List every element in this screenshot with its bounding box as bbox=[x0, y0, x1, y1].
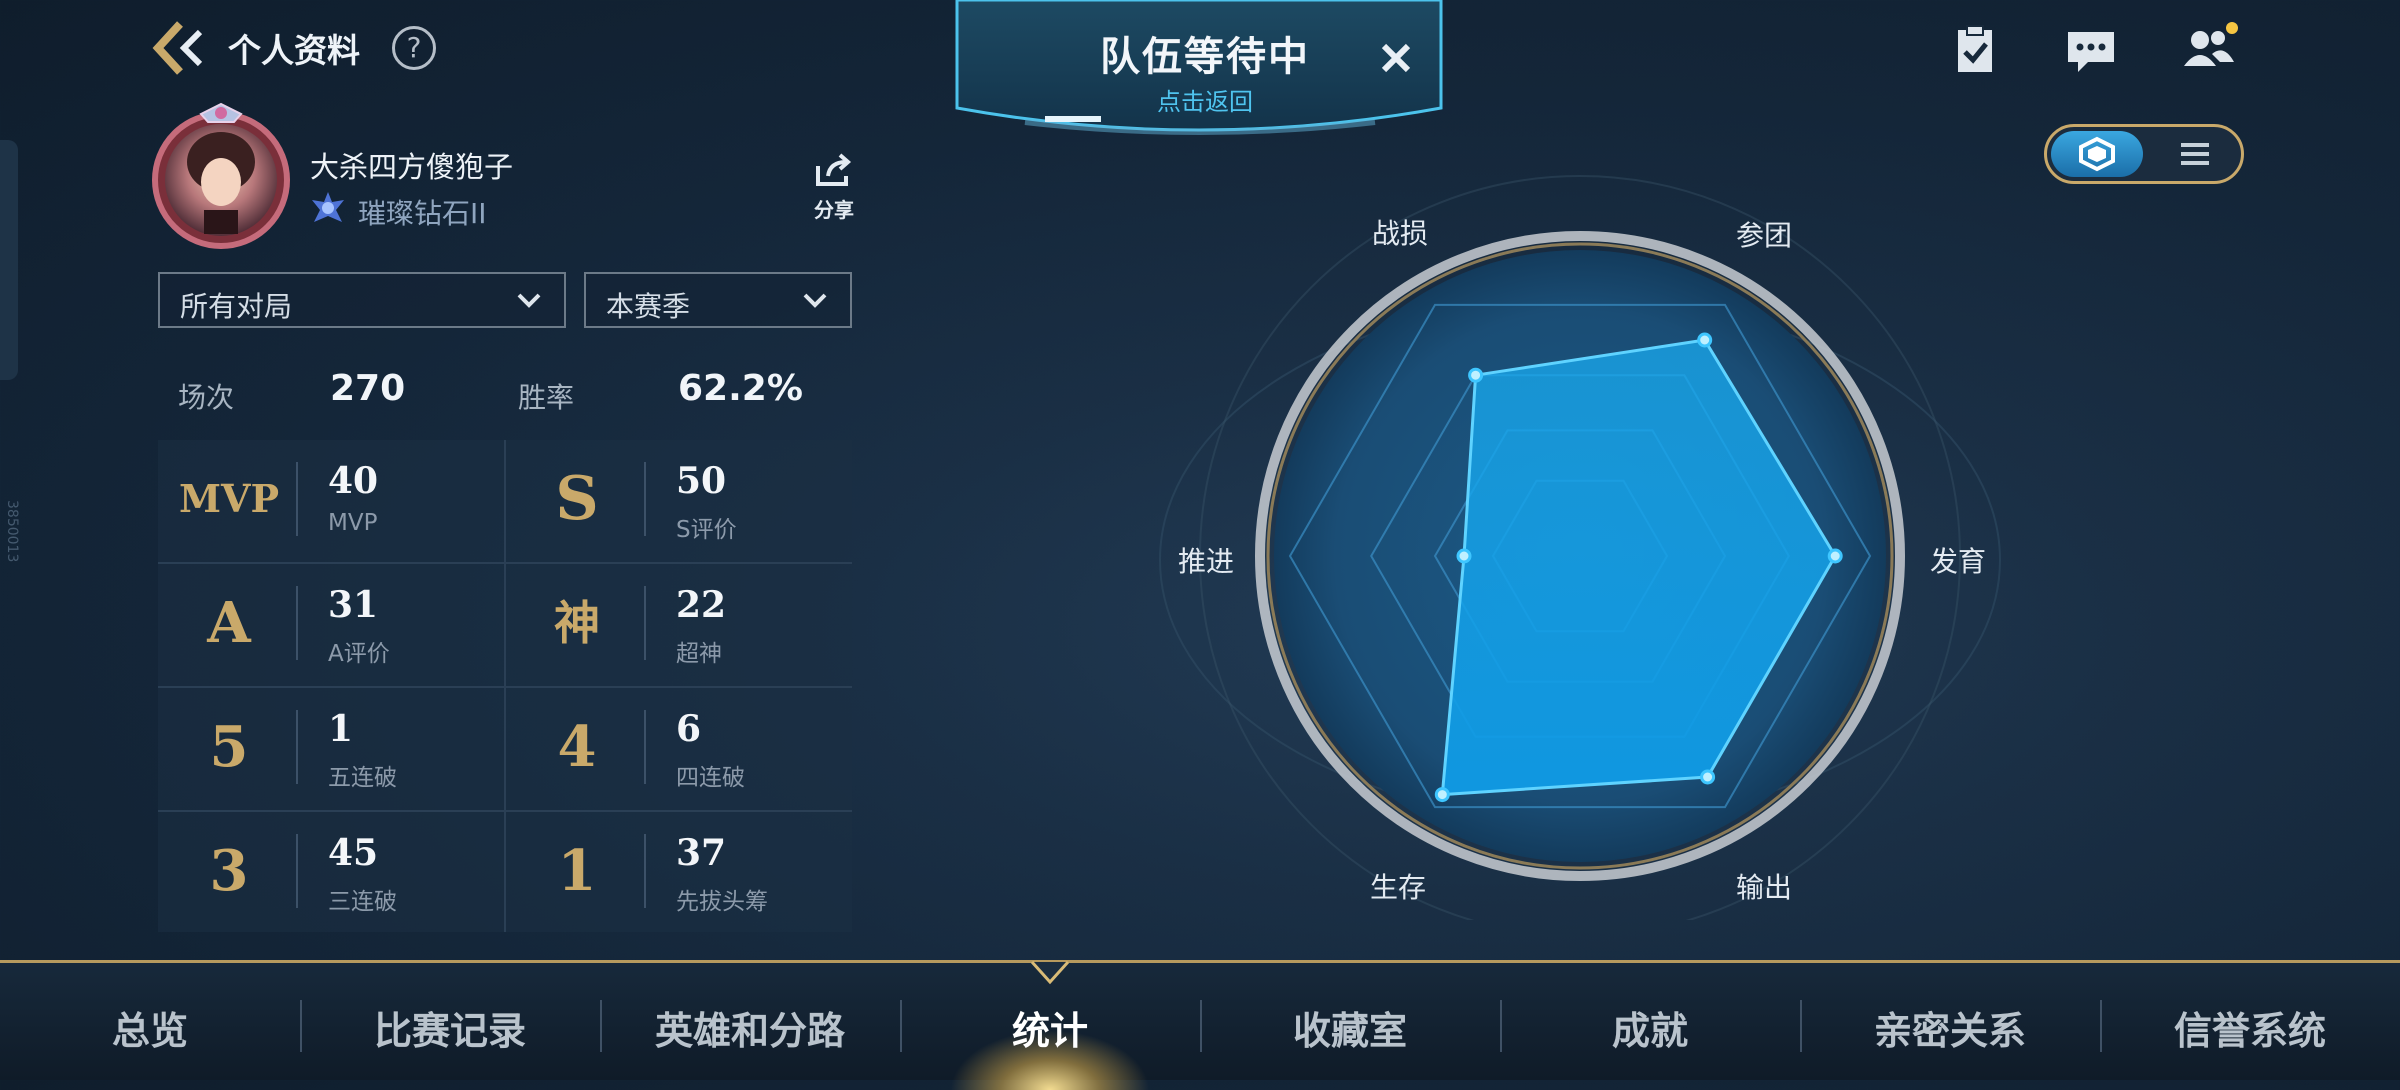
tab-statistics[interactable]: 统计 bbox=[900, 1000, 1200, 1055]
radar-axis-label: 战损 bbox=[1372, 217, 1429, 250]
radar-axis-label: 推进 bbox=[1178, 545, 1235, 578]
tab-achievements[interactable]: 成就 bbox=[1500, 1000, 1800, 1055]
stat-label: 三连破 bbox=[328, 889, 397, 915]
tab-heroes-lanes[interactable]: 英雄和分路 bbox=[600, 1000, 900, 1055]
avatar[interactable] bbox=[146, 100, 296, 250]
winrate-value: 62.2% bbox=[678, 368, 803, 409]
chat-icon[interactable] bbox=[2064, 24, 2118, 78]
active-tab-pointer-icon bbox=[1030, 960, 1070, 985]
tab-overview[interactable]: 总览 bbox=[0, 1000, 300, 1055]
triple-symbol: 3 bbox=[209, 838, 249, 904]
stat-s-rating: S 50 S评价 bbox=[506, 440, 852, 562]
radar-point bbox=[1700, 769, 1716, 785]
stat-first-blood: 1 37 先拔头筹 bbox=[506, 812, 852, 934]
stat-triple-kill: 3 45 三连破 bbox=[158, 812, 504, 934]
share-label: 分享 bbox=[814, 198, 854, 222]
godlike-symbol: 神 bbox=[554, 596, 600, 650]
radar-axis-label: 输出 bbox=[1736, 871, 1793, 904]
stat-label: 超神 bbox=[676, 641, 722, 667]
stat-grid: MVP 40 MVP S 50 S评价 A 31 A评价 神 22 超神 5 1… bbox=[158, 440, 852, 932]
stat-a-rating: A 31 A评价 bbox=[158, 564, 504, 686]
stat-label: 五连破 bbox=[328, 765, 397, 791]
mvp-symbol: MVP bbox=[178, 476, 280, 521]
ability-radar-chart bbox=[1159, 175, 2001, 920]
s-symbol: S bbox=[555, 464, 599, 534]
help-icon[interactable]: ? bbox=[392, 26, 436, 70]
radar-axis-label: 生存 bbox=[1370, 871, 1427, 904]
stat-value: 40 bbox=[328, 460, 379, 502]
team-return-link[interactable]: 点击返回 bbox=[955, 82, 1455, 117]
stat-quadra-kill: 4 6 四连破 bbox=[506, 688, 852, 810]
radar-axis-label: 发育 bbox=[1930, 545, 1987, 578]
radar-point bbox=[1827, 548, 1843, 564]
matches-value: 270 bbox=[330, 368, 406, 409]
stat-value: 50 bbox=[676, 460, 727, 502]
stat-value: 31 bbox=[328, 584, 379, 626]
diamond-rank-icon bbox=[310, 190, 346, 226]
stat-label: 先拔头筹 bbox=[676, 889, 768, 915]
quadra-symbol: 4 bbox=[557, 714, 597, 780]
a-symbol: A bbox=[207, 590, 251, 656]
friends-icon[interactable] bbox=[2180, 20, 2238, 74]
view-toggle[interactable] bbox=[2044, 124, 2244, 184]
radar-view-button[interactable] bbox=[2051, 131, 2143, 177]
back-arrow-icon[interactable] bbox=[150, 18, 210, 78]
stat-value: 45 bbox=[328, 832, 379, 874]
stat-value: 37 bbox=[676, 832, 727, 874]
stat-value: 22 bbox=[676, 584, 727, 626]
season-value: 本赛季 bbox=[606, 290, 691, 323]
matches-label: 场次 bbox=[178, 381, 235, 414]
stat-value: 1 bbox=[328, 708, 354, 750]
radar-point bbox=[1434, 787, 1450, 803]
tab-credit-system[interactable]: 信誉系统 bbox=[2100, 1000, 2400, 1055]
username: 大杀四方傻狍子 bbox=[310, 150, 514, 184]
match-mode-dropdown[interactable]: 所有对局 bbox=[158, 272, 566, 328]
penta-symbol: 5 bbox=[209, 714, 249, 780]
radar-axis-label: 参团 bbox=[1736, 219, 1793, 252]
stat-label: MVP bbox=[328, 510, 378, 536]
winrate-label: 胜率 bbox=[518, 381, 575, 414]
share-icon bbox=[816, 153, 852, 186]
stat-mvp: MVP 40 MVP bbox=[158, 440, 504, 562]
page-title: 个人资料 bbox=[228, 31, 360, 70]
chevron-down-icon bbox=[803, 293, 827, 308]
close-icon[interactable] bbox=[1376, 38, 1416, 78]
radar-point bbox=[1456, 548, 1472, 564]
share-button[interactable]: 分享 bbox=[808, 152, 860, 224]
stat-label: 四连破 bbox=[676, 765, 745, 791]
list-icon bbox=[2181, 143, 2209, 165]
hexagon-icon bbox=[2079, 136, 2115, 172]
side-id-text: 3850013 bbox=[4, 500, 20, 563]
radar-point bbox=[1697, 332, 1713, 348]
list-view-button[interactable] bbox=[2151, 131, 2239, 177]
first-blood-symbol: 1 bbox=[557, 838, 597, 904]
stat-value: 6 bbox=[676, 708, 702, 750]
side-drawer-tab[interactable] bbox=[0, 140, 18, 380]
tab-intimacy[interactable]: 亲密关系 bbox=[1800, 1000, 2100, 1055]
task-clipboard-icon[interactable] bbox=[1948, 22, 2002, 76]
stat-godlike: 神 22 超神 bbox=[506, 564, 852, 686]
tab-match-history[interactable]: 比赛记录 bbox=[300, 1000, 600, 1055]
chevron-down-icon bbox=[517, 293, 541, 308]
season-dropdown[interactable]: 本赛季 bbox=[584, 272, 852, 328]
stat-label: A评价 bbox=[328, 641, 390, 667]
radar-point bbox=[1468, 367, 1484, 383]
rank-text: 璀璨钻石II bbox=[358, 197, 487, 230]
match-mode-value: 所有对局 bbox=[180, 290, 293, 323]
tab-collection[interactable]: 收藏室 bbox=[1200, 1000, 1500, 1055]
stat-label: S评价 bbox=[676, 517, 737, 543]
stat-penta-kill: 5 1 五连破 bbox=[158, 688, 504, 810]
